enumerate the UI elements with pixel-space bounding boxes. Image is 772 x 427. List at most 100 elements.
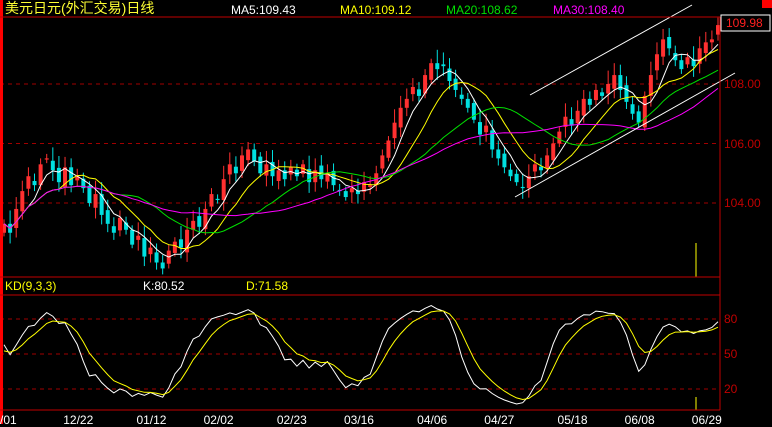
candle-down	[471, 103, 476, 120]
date-tick-label: 01/12	[136, 413, 167, 427]
date-tick-label: 04/06	[417, 413, 448, 427]
candle-down	[111, 226, 116, 233]
candle-down	[667, 36, 672, 49]
candle-down	[130, 229, 135, 245]
candle-down	[435, 63, 440, 70]
candle-up	[172, 241, 177, 253]
candle-down	[508, 169, 513, 177]
candle-up	[575, 110, 580, 124]
candle-up	[14, 208, 19, 228]
date-tick-label: 02/23	[276, 413, 307, 427]
candle-up	[117, 217, 122, 231]
candle-up	[648, 75, 653, 96]
kd-indicator-name: KD(9,3,3)	[5, 279, 57, 293]
ma30-label: MA30:108.40	[553, 3, 625, 17]
candle-up	[93, 194, 98, 208]
candle-down	[416, 89, 421, 96]
candle-up	[410, 86, 415, 95]
candle-up	[551, 143, 556, 161]
candle-up	[392, 122, 397, 139]
candle-up	[581, 98, 586, 116]
candle-up	[264, 164, 269, 176]
candle-up	[429, 63, 434, 80]
candle-down	[87, 185, 92, 203]
candle-up	[612, 75, 617, 89]
date-tick-label: 04/27	[484, 413, 515, 427]
candle-down	[258, 156, 263, 174]
moving-averages	[3, 43, 719, 258]
candle-up	[240, 155, 244, 171]
candle-down	[441, 64, 446, 67]
candle-up	[709, 39, 714, 43]
candle-up	[276, 170, 281, 181]
price-tick-label: 104.00	[724, 196, 761, 210]
candle-up	[209, 194, 214, 207]
price-tick-label: 106.00	[724, 136, 761, 151]
ma30-line	[3, 88, 719, 229]
d-line	[3, 310, 719, 401]
candle-up	[532, 164, 537, 172]
date-tick-label: 02/02	[203, 413, 234, 427]
candle-up	[288, 167, 293, 175]
candle-down	[105, 210, 110, 224]
candle-up	[26, 176, 31, 189]
candle-down	[233, 166, 238, 174]
candle-up	[716, 25, 720, 35]
candle-down	[215, 198, 220, 201]
candle-up	[654, 54, 659, 71]
grid-lines	[0, 83, 720, 390]
price-tick-label: 108.00	[724, 77, 761, 91]
candle-down	[178, 239, 183, 248]
ma20-label: MA20:108.62	[446, 3, 518, 17]
candle-down	[679, 60, 684, 70]
candle-down	[520, 186, 525, 189]
candle-up	[368, 185, 373, 187]
candle-up	[136, 235, 141, 240]
chart-title: 美元日元(外汇交易)日线	[5, 0, 155, 16]
date-tick-label: /01	[0, 413, 17, 427]
date-tick-label: 06/08	[624, 413, 655, 427]
date-tick-label: 05/18	[557, 413, 588, 427]
candles	[2, 17, 720, 275]
candle-down	[465, 98, 470, 108]
ma10-line	[3, 49, 719, 249]
candle-down	[56, 167, 61, 183]
candle-down	[600, 92, 605, 96]
candle-down	[587, 98, 592, 105]
date-tick-label: 03/16	[343, 413, 374, 427]
candle-down	[343, 191, 348, 198]
date-tick-label: 06/29	[691, 413, 722, 427]
candle-up	[545, 155, 550, 168]
candle-down	[142, 238, 147, 257]
kd-tick-label: 80	[724, 312, 738, 326]
candle-up	[661, 39, 666, 57]
candlestick-chart	[0, 0, 772, 424]
kd-tick-label: 20	[724, 382, 738, 396]
candle-up	[44, 158, 49, 160]
candle-down	[319, 165, 324, 180]
trend-line-upper	[529, 4, 693, 96]
ma10-label: MA10:109.12	[340, 3, 412, 17]
candle-up	[404, 98, 409, 108]
candle-up	[148, 247, 153, 255]
candle-up	[398, 107, 403, 128]
candle-down	[459, 94, 464, 99]
candle-up	[20, 191, 25, 212]
candle-down	[630, 104, 635, 114]
ma5-label: MA5:109.43	[231, 3, 296, 17]
candle-down	[154, 252, 159, 263]
corner-marker	[762, 0, 772, 8]
candle-down	[478, 122, 482, 135]
candle-down	[160, 262, 165, 269]
candle-up	[380, 155, 385, 169]
candle-up	[227, 164, 232, 175]
candle-up	[593, 89, 598, 101]
candle-up	[349, 188, 354, 193]
candle-down	[636, 111, 641, 123]
candle-down	[69, 167, 74, 186]
candle-down	[252, 149, 257, 162]
candle-up	[685, 57, 690, 65]
kd-tick-label: 50	[724, 347, 738, 361]
kd-d-value: D:71.58	[246, 279, 289, 293]
candle-down	[197, 216, 202, 227]
